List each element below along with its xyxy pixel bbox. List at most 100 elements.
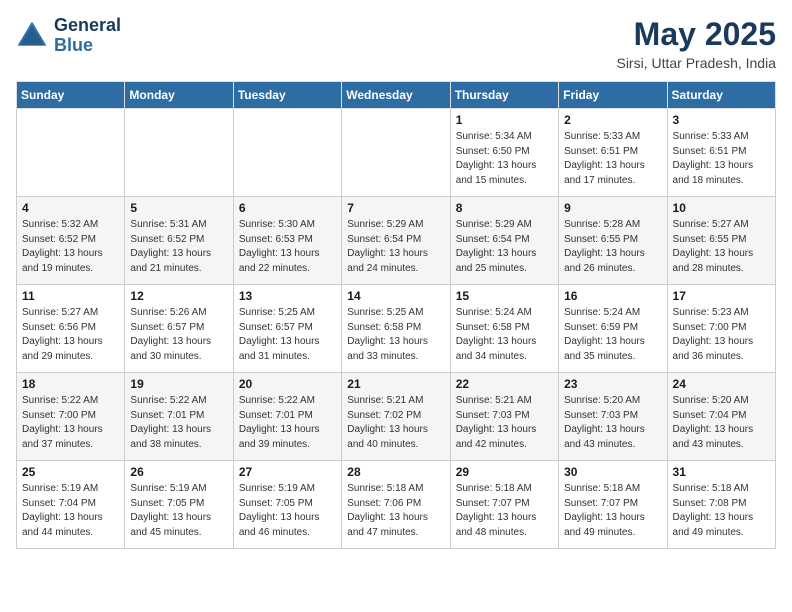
day-info: Sunrise: 5:29 AMSunset: 6:54 PMDaylight:…: [456, 218, 553, 276]
day-info: Sunrise: 5:28 AMSunset: 6:55 PMDaylight:…: [564, 218, 661, 276]
day-info: Sunrise: 5:23 AMSunset: 7:00 PMDaylight:…: [673, 306, 770, 364]
day-number: 27: [239, 465, 336, 479]
day-number: 3: [673, 113, 770, 127]
day-number: 29: [456, 465, 553, 479]
day-number: 21: [347, 377, 444, 391]
day-number: 12: [130, 289, 227, 303]
calendar-cell: [342, 109, 450, 197]
day-info: Sunrise: 5:19 AMSunset: 7:05 PMDaylight:…: [130, 482, 227, 540]
calendar-header-friday: Friday: [559, 82, 667, 109]
day-number: 25: [22, 465, 119, 479]
calendar-cell: 22 Sunrise: 5:21 AMSunset: 7:03 PMDayligh…: [450, 373, 558, 461]
calendar-cell: 9 Sunrise: 5:28 AMSunset: 6:55 PMDaylight…: [559, 197, 667, 285]
calendar-cell: 17Sunrise: 5:23 AMSunset: 7:00 PMDayligh…: [667, 285, 775, 373]
title-area: May 2025 Sirsi, Uttar Pradesh, India: [616, 16, 776, 71]
day-number: 15: [456, 289, 553, 303]
day-info: Sunrise: 5:18 AMSunset: 7:07 PMDaylight:…: [564, 482, 661, 540]
day-info: Sunrise: 5:20 AMSunset: 7:04 PMDaylight:…: [673, 394, 770, 452]
day-info: Sunrise: 5:18 AMSunset: 7:07 PMDaylight:…: [456, 482, 553, 540]
day-number: 11: [22, 289, 119, 303]
day-info: Sunrise: 5:22 AMSunset: 7:00 PMDaylight:…: [22, 394, 119, 452]
day-info: Sunrise: 5:21 AMSunset: 7:02 PMDaylight:…: [347, 394, 444, 452]
day-info: Sunrise: 5:33 AMSunset: 6:51 PMDaylight:…: [673, 130, 770, 188]
calendar-cell: 12 Sunrise: 5:26 AMSunset: 6:57 PMDayligh…: [125, 285, 233, 373]
calendar-cell: [17, 109, 125, 197]
day-info: Sunrise: 5:25 AMSunset: 6:58 PMDaylight:…: [347, 306, 444, 364]
calendar-cell: 24 Sunrise: 5:20 AMSunset: 7:04 PMDayligh…: [667, 373, 775, 461]
day-info: Sunrise: 5:31 AMSunset: 6:52 PMDaylight:…: [130, 218, 227, 276]
day-number: 24: [673, 377, 770, 391]
day-info: Sunrise: 5:24 AMSunset: 6:59 PMDaylight:…: [564, 306, 661, 364]
calendar: SundayMondayTuesdayWednesdayThursdayFrid…: [16, 81, 776, 549]
day-info: Sunrise: 5:25 AMSunset: 6:57 PMDaylight:…: [239, 306, 336, 364]
subtitle: Sirsi, Uttar Pradesh, India: [616, 55, 776, 71]
day-number: 19: [130, 377, 227, 391]
day-number: 7: [347, 201, 444, 215]
day-number: 4: [22, 201, 119, 215]
day-info: Sunrise: 5:27 AMSunset: 6:55 PMDaylight:…: [673, 218, 770, 276]
calendar-cell: 19 Sunrise: 5:22 AMSunset: 7:01 PMDayligh…: [125, 373, 233, 461]
calendar-cell: 28 Sunrise: 5:18 AMSunset: 7:06 PMDayligh…: [342, 461, 450, 549]
day-number: 18: [22, 377, 119, 391]
calendar-week-1: 1Sunrise: 5:34 AMSunset: 6:50 PMDaylight…: [17, 109, 776, 197]
logo: General Blue: [16, 16, 121, 56]
calendar-header-thursday: Thursday: [450, 82, 558, 109]
calendar-cell: 5 Sunrise: 5:31 AMSunset: 6:52 PMDaylight…: [125, 197, 233, 285]
calendar-cell: 21 Sunrise: 5:21 AMSunset: 7:02 PMDayligh…: [342, 373, 450, 461]
day-info: Sunrise: 5:20 AMSunset: 7:03 PMDaylight:…: [564, 394, 661, 452]
calendar-cell: 3 Sunrise: 5:33 AMSunset: 6:51 PMDaylight…: [667, 109, 775, 197]
day-info: Sunrise: 5:32 AMSunset: 6:52 PMDaylight:…: [22, 218, 119, 276]
day-info: Sunrise: 5:18 AMSunset: 7:08 PMDaylight:…: [673, 482, 770, 540]
calendar-cell: 30 Sunrise: 5:18 AMSunset: 7:07 PMDayligh…: [559, 461, 667, 549]
calendar-cell: 20Sunrise: 5:22 AMSunset: 7:01 PMDayligh…: [233, 373, 341, 461]
day-number: 16: [564, 289, 661, 303]
calendar-header-wednesday: Wednesday: [342, 82, 450, 109]
calendar-header-sunday: Sunday: [17, 82, 125, 109]
day-number: 9: [564, 201, 661, 215]
day-number: 5: [130, 201, 227, 215]
day-number: 20: [239, 377, 336, 391]
day-info: Sunrise: 5:30 AMSunset: 6:53 PMDaylight:…: [239, 218, 336, 276]
day-number: 2: [564, 113, 661, 127]
day-info: Sunrise: 5:19 AMSunset: 7:04 PMDaylight:…: [22, 482, 119, 540]
calendar-cell: 4 Sunrise: 5:32 AMSunset: 6:52 PMDaylight…: [17, 197, 125, 285]
calendar-cell: 10 Sunrise: 5:27 AMSunset: 6:55 PMDayligh…: [667, 197, 775, 285]
calendar-week-4: 18 Sunrise: 5:22 AMSunset: 7:00 PMDayligh…: [17, 373, 776, 461]
calendar-week-2: 4 Sunrise: 5:32 AMSunset: 6:52 PMDaylight…: [17, 197, 776, 285]
day-info: Sunrise: 5:26 AMSunset: 6:57 PMDaylight:…: [130, 306, 227, 364]
calendar-cell: 1Sunrise: 5:34 AMSunset: 6:50 PMDaylight…: [450, 109, 558, 197]
calendar-cell: 27Sunrise: 5:19 AMSunset: 7:05 PMDayligh…: [233, 461, 341, 549]
calendar-week-3: 11Sunrise: 5:27 AMSunset: 6:56 PMDayligh…: [17, 285, 776, 373]
day-number: 14: [347, 289, 444, 303]
calendar-cell: 23 Sunrise: 5:20 AMSunset: 7:03 PMDayligh…: [559, 373, 667, 461]
day-number: 13: [239, 289, 336, 303]
day-number: 1: [456, 113, 553, 127]
day-info: Sunrise: 5:21 AMSunset: 7:03 PMDaylight:…: [456, 394, 553, 452]
day-number: 10: [673, 201, 770, 215]
calendar-body: 1Sunrise: 5:34 AMSunset: 6:50 PMDaylight…: [17, 109, 776, 549]
day-number: 6: [239, 201, 336, 215]
day-number: 8: [456, 201, 553, 215]
calendar-cell: [125, 109, 233, 197]
day-info: Sunrise: 5:24 AMSunset: 6:58 PMDaylight:…: [456, 306, 553, 364]
calendar-cell: 13 Sunrise: 5:25 AMSunset: 6:57 PMDayligh…: [233, 285, 341, 373]
calendar-cell: 8 Sunrise: 5:29 AMSunset: 6:54 PMDaylight…: [450, 197, 558, 285]
day-info: Sunrise: 5:33 AMSunset: 6:51 PMDaylight:…: [564, 130, 661, 188]
calendar-cell: 29 Sunrise: 5:18 AMSunset: 7:07 PMDayligh…: [450, 461, 558, 549]
day-number: 30: [564, 465, 661, 479]
calendar-cell: 14 Sunrise: 5:25 AMSunset: 6:58 PMDayligh…: [342, 285, 450, 373]
header: General Blue May 2025 Sirsi, Uttar Prade…: [16, 16, 776, 71]
logo-icon: [16, 20, 48, 52]
calendar-cell: 7Sunrise: 5:29 AMSunset: 6:54 PMDaylight…: [342, 197, 450, 285]
calendar-cell: 25 Sunrise: 5:19 AMSunset: 7:04 PMDayligh…: [17, 461, 125, 549]
logo-text: General Blue: [54, 16, 121, 56]
day-number: 22: [456, 377, 553, 391]
calendar-cell: 11Sunrise: 5:27 AMSunset: 6:56 PMDayligh…: [17, 285, 125, 373]
calendar-cell: 16 Sunrise: 5:24 AMSunset: 6:59 PMDayligh…: [559, 285, 667, 373]
calendar-cell: 31Sunrise: 5:18 AMSunset: 7:08 PMDayligh…: [667, 461, 775, 549]
day-number: 23: [564, 377, 661, 391]
day-number: 28: [347, 465, 444, 479]
day-info: Sunrise: 5:18 AMSunset: 7:06 PMDaylight:…: [347, 482, 444, 540]
calendar-cell: 6 Sunrise: 5:30 AMSunset: 6:53 PMDaylight…: [233, 197, 341, 285]
day-info: Sunrise: 5:22 AMSunset: 7:01 PMDaylight:…: [130, 394, 227, 452]
